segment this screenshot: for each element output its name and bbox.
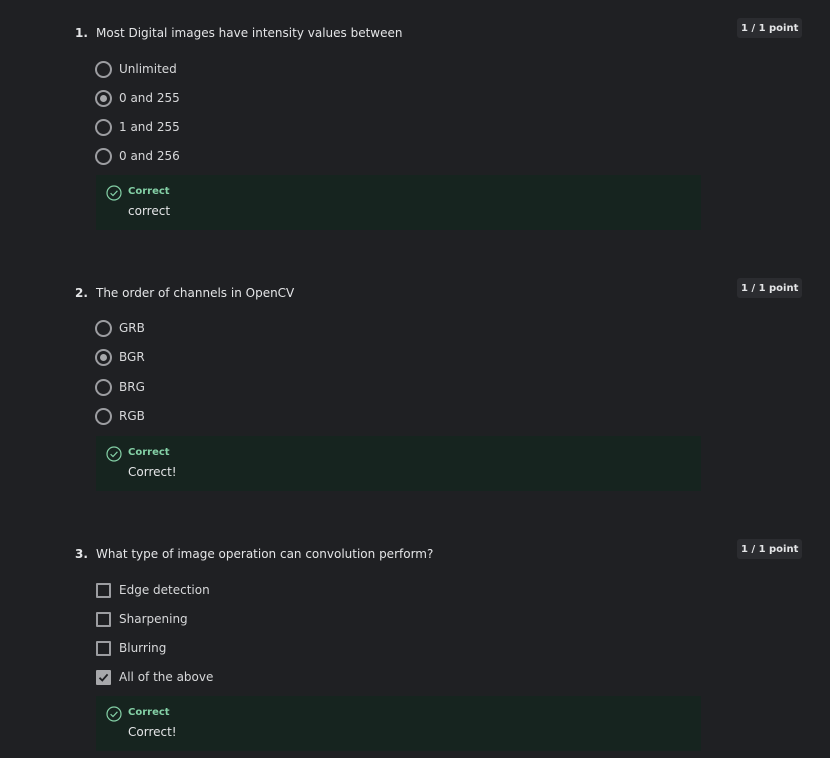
option-label: All of the above [119,670,214,684]
feedback-box: Correct Correct! [96,696,701,751]
check-circle-icon [106,446,122,466]
option-label: Blurring [119,641,167,655]
radio-checked-icon[interactable] [95,349,112,366]
question-text: What type of image operation can convolu… [96,547,434,561]
feedback-text: correct [128,204,171,218]
radio-icon[interactable] [95,119,112,136]
radio-icon[interactable] [95,379,112,396]
option-label: Edge detection [119,583,210,597]
feedback-box: Correct correct [96,175,701,230]
check-circle-icon [106,185,122,205]
radio-icon[interactable] [95,320,112,337]
option-label: 1 and 255 [119,120,180,134]
option-label: GRB [119,321,145,335]
feedback-title: Correct [128,707,170,718]
radio-icon[interactable] [95,408,112,425]
points-badge: 1 / 1 point [737,278,803,298]
checkbox-checked-icon[interactable] [96,670,111,685]
question-text: Most Digital images have intensity value… [96,26,403,40]
option-label: BGR [119,350,145,364]
option-label: Unlimited [119,62,177,76]
option-label: RGB [119,409,145,423]
question-number: 2. [75,286,88,300]
question-text: The order of channels in OpenCV [96,286,295,300]
question-number: 1. [75,26,88,40]
check-circle-icon [106,706,122,726]
points-badge: 1 / 1 point [737,18,803,38]
radio-checked-icon[interactable] [95,90,112,107]
checkbox-icon[interactable] [96,583,111,598]
option-label: 0 and 256 [119,149,180,163]
radio-icon[interactable] [95,61,112,78]
option-label: 0 and 255 [119,91,180,105]
feedback-title: Correct [128,186,170,197]
option-label: Sharpening [119,612,188,626]
feedback-box: Correct Correct! [96,436,701,491]
points-badge: 1 / 1 point [737,539,803,559]
checkbox-icon[interactable] [96,641,111,656]
radio-icon[interactable] [95,148,112,165]
option-label: BRG [119,380,145,394]
question-number: 3. [75,547,88,561]
feedback-text: Correct! [128,465,177,479]
feedback-text: Correct! [128,725,177,739]
checkbox-icon[interactable] [96,612,111,627]
feedback-title: Correct [128,447,170,458]
